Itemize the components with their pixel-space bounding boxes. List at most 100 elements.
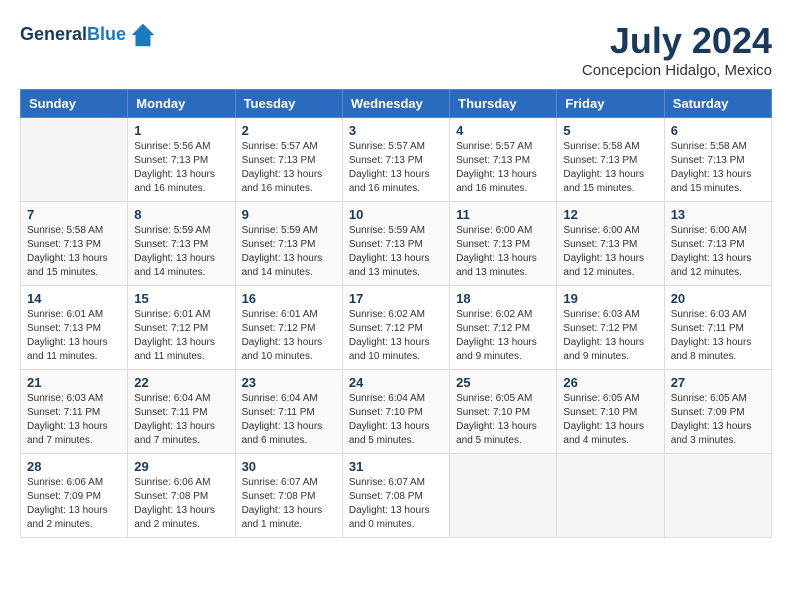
day-info: Sunrise: 5:59 AMSunset: 7:13 PMDaylight:… xyxy=(349,224,443,280)
day-number: 1 xyxy=(134,123,228,138)
day-info: Sunrise: 6:03 AMSunset: 7:11 PMDaylight:… xyxy=(27,392,121,448)
calendar-week-row: 14 Sunrise: 6:01 AMSunset: 7:13 PMDayligh… xyxy=(21,286,772,370)
calendar-week-row: 7 Sunrise: 5:58 AMSunset: 7:13 PMDaylight… xyxy=(21,202,772,286)
day-info: Sunrise: 5:58 AMSunset: 7:13 PMDaylight:… xyxy=(27,224,121,280)
calendar-cell: 4Sunrise: 5:57 AMSunset: 7:13 PMDaylight… xyxy=(450,118,557,202)
day-number: 3 xyxy=(349,123,443,138)
day-number: 7 xyxy=(27,207,121,222)
calendar-cell: 24Sunrise: 6:04 AMSunset: 7:10 PMDayligh… xyxy=(342,370,449,454)
calendar-cell: 12Sunrise: 6:00 AMSunset: 7:13 PMDayligh… xyxy=(557,202,664,286)
weekday-header: Sunday xyxy=(21,90,128,118)
calendar-cell: 1 Sunrise: 5:56 AMSunset: 7:13 PMDaylight… xyxy=(128,118,235,202)
day-number: 8 xyxy=(134,207,228,222)
calendar-cell: 13 Sunrise: 6:00 AMSunset: 7:13 PMDayligh… xyxy=(664,202,771,286)
day-info: Sunrise: 6:05 AMSunset: 7:09 PMDaylight:… xyxy=(671,392,765,448)
calendar-cell xyxy=(21,118,128,202)
day-info: Sunrise: 6:04 AMSunset: 7:11 PMDaylight:… xyxy=(242,392,336,448)
day-info: Sunrise: 6:05 AMSunset: 7:10 PMDaylight:… xyxy=(563,392,657,448)
day-info: Sunrise: 6:06 AMSunset: 7:08 PMDaylight:… xyxy=(134,476,228,532)
weekday-header: Friday xyxy=(557,90,664,118)
logo-text: GeneralBlue xyxy=(20,24,126,46)
calendar-cell: 29 Sunrise: 6:06 AMSunset: 7:08 PMDayligh… xyxy=(128,454,235,538)
month-title: July 2024 xyxy=(582,20,772,62)
weekday-header: Tuesday xyxy=(235,90,342,118)
title-area: July 2024 Concepcion Hidalgo, Mexico xyxy=(582,20,772,79)
calendar-cell: 6 Sunrise: 5:58 AMSunset: 7:13 PMDaylight… xyxy=(664,118,771,202)
day-info: Sunrise: 6:06 AMSunset: 7:09 PMDaylight:… xyxy=(27,476,121,532)
day-info: Sunrise: 5:59 AMSunset: 7:13 PMDaylight:… xyxy=(242,224,336,280)
day-info: Sunrise: 6:02 AMSunset: 7:12 PMDaylight:… xyxy=(349,308,443,364)
day-info: Sunrise: 6:07 AMSunset: 7:08 PMDaylight:… xyxy=(349,476,443,532)
day-number: 13 xyxy=(671,207,765,222)
day-number: 20 xyxy=(671,291,765,306)
day-info: Sunrise: 6:03 AMSunset: 7:11 PMDaylight:… xyxy=(671,308,765,364)
calendar-cell: 9 Sunrise: 5:59 AMSunset: 7:13 PMDaylight… xyxy=(235,202,342,286)
day-number: 30 xyxy=(242,459,336,474)
day-number: 19 xyxy=(563,291,657,306)
day-info: Sunrise: 6:03 AMSunset: 7:12 PMDaylight:… xyxy=(563,308,657,364)
calendar-table: SundayMondayTuesdayWednesdayThursdayFrid… xyxy=(20,89,772,538)
calendar-week-row: 28 Sunrise: 6:06 AMSunset: 7:09 PMDayligh… xyxy=(21,454,772,538)
day-info: Sunrise: 6:00 AMSunset: 7:13 PMDaylight:… xyxy=(671,224,765,280)
day-info: Sunrise: 6:01 AMSunset: 7:12 PMDaylight:… xyxy=(134,308,228,364)
day-info: Sunrise: 5:56 AMSunset: 7:13 PMDaylight:… xyxy=(134,140,228,196)
calendar-cell: 16 Sunrise: 6:01 AMSunset: 7:12 PMDayligh… xyxy=(235,286,342,370)
logo: GeneralBlue xyxy=(20,20,158,50)
weekday-header: Thursday xyxy=(450,90,557,118)
calendar-cell: 20 Sunrise: 6:03 AMSunset: 7:11 PMDayligh… xyxy=(664,286,771,370)
day-number: 27 xyxy=(671,375,765,390)
day-number: 25 xyxy=(456,375,550,390)
calendar-cell: 31 Sunrise: 6:07 AMSunset: 7:08 PMDayligh… xyxy=(342,454,449,538)
calendar-cell: 10Sunrise: 5:59 AMSunset: 7:13 PMDayligh… xyxy=(342,202,449,286)
logo-icon xyxy=(128,20,158,50)
day-info: Sunrise: 5:57 AMSunset: 7:13 PMDaylight:… xyxy=(349,140,443,196)
calendar-cell: 23 Sunrise: 6:04 AMSunset: 7:11 PMDayligh… xyxy=(235,370,342,454)
calendar-cell xyxy=(664,454,771,538)
calendar-header-row: SundayMondayTuesdayWednesdayThursdayFrid… xyxy=(21,90,772,118)
weekday-header: Monday xyxy=(128,90,235,118)
calendar-cell: 18Sunrise: 6:02 AMSunset: 7:12 PMDayligh… xyxy=(450,286,557,370)
day-info: Sunrise: 5:58 AMSunset: 7:13 PMDaylight:… xyxy=(671,140,765,196)
day-number: 31 xyxy=(349,459,443,474)
day-number: 4 xyxy=(456,123,550,138)
day-number: 16 xyxy=(242,291,336,306)
calendar-cell: 11Sunrise: 6:00 AMSunset: 7:13 PMDayligh… xyxy=(450,202,557,286)
day-number: 28 xyxy=(27,459,121,474)
day-number: 22 xyxy=(134,375,228,390)
calendar-cell: 17 Sunrise: 6:02 AMSunset: 7:12 PMDayligh… xyxy=(342,286,449,370)
calendar-cell: 22 Sunrise: 6:04 AMSunset: 7:11 PMDayligh… xyxy=(128,370,235,454)
day-info: Sunrise: 6:07 AMSunset: 7:08 PMDaylight:… xyxy=(242,476,336,532)
calendar-cell: 26 Sunrise: 6:05 AMSunset: 7:10 PMDayligh… xyxy=(557,370,664,454)
day-info: Sunrise: 6:01 AMSunset: 7:13 PMDaylight:… xyxy=(27,308,121,364)
day-info: Sunrise: 6:04 AMSunset: 7:11 PMDaylight:… xyxy=(134,392,228,448)
day-number: 14 xyxy=(27,291,121,306)
calendar-cell: 21Sunrise: 6:03 AMSunset: 7:11 PMDayligh… xyxy=(21,370,128,454)
day-info: Sunrise: 5:58 AMSunset: 7:13 PMDaylight:… xyxy=(563,140,657,196)
calendar-cell: 15 Sunrise: 6:01 AMSunset: 7:12 PMDayligh… xyxy=(128,286,235,370)
day-number: 2 xyxy=(242,123,336,138)
day-number: 6 xyxy=(671,123,765,138)
day-number: 9 xyxy=(242,207,336,222)
calendar-cell: 3 Sunrise: 5:57 AMSunset: 7:13 PMDaylight… xyxy=(342,118,449,202)
day-number: 26 xyxy=(563,375,657,390)
day-number: 17 xyxy=(349,291,443,306)
day-info: Sunrise: 6:01 AMSunset: 7:12 PMDaylight:… xyxy=(242,308,336,364)
calendar-week-row: 1 Sunrise: 5:56 AMSunset: 7:13 PMDaylight… xyxy=(21,118,772,202)
calendar-cell: 25 Sunrise: 6:05 AMSunset: 7:10 PMDayligh… xyxy=(450,370,557,454)
day-number: 29 xyxy=(134,459,228,474)
calendar-cell: 7 Sunrise: 5:58 AMSunset: 7:13 PMDaylight… xyxy=(21,202,128,286)
weekday-header: Saturday xyxy=(664,90,771,118)
calendar-cell: 30 Sunrise: 6:07 AMSunset: 7:08 PMDayligh… xyxy=(235,454,342,538)
day-info: Sunrise: 6:00 AMSunset: 7:13 PMDaylight:… xyxy=(456,224,550,280)
day-number: 23 xyxy=(242,375,336,390)
weekday-header: Wednesday xyxy=(342,90,449,118)
day-info: Sunrise: 5:59 AMSunset: 7:13 PMDaylight:… xyxy=(134,224,228,280)
day-info: Sunrise: 6:00 AMSunset: 7:13 PMDaylight:… xyxy=(563,224,657,280)
calendar-cell xyxy=(557,454,664,538)
calendar-cell xyxy=(450,454,557,538)
day-number: 5 xyxy=(563,123,657,138)
day-number: 15 xyxy=(134,291,228,306)
day-info: Sunrise: 6:05 AMSunset: 7:10 PMDaylight:… xyxy=(456,392,550,448)
calendar-cell: 8 Sunrise: 5:59 AMSunset: 7:13 PMDaylight… xyxy=(128,202,235,286)
day-number: 24 xyxy=(349,375,443,390)
